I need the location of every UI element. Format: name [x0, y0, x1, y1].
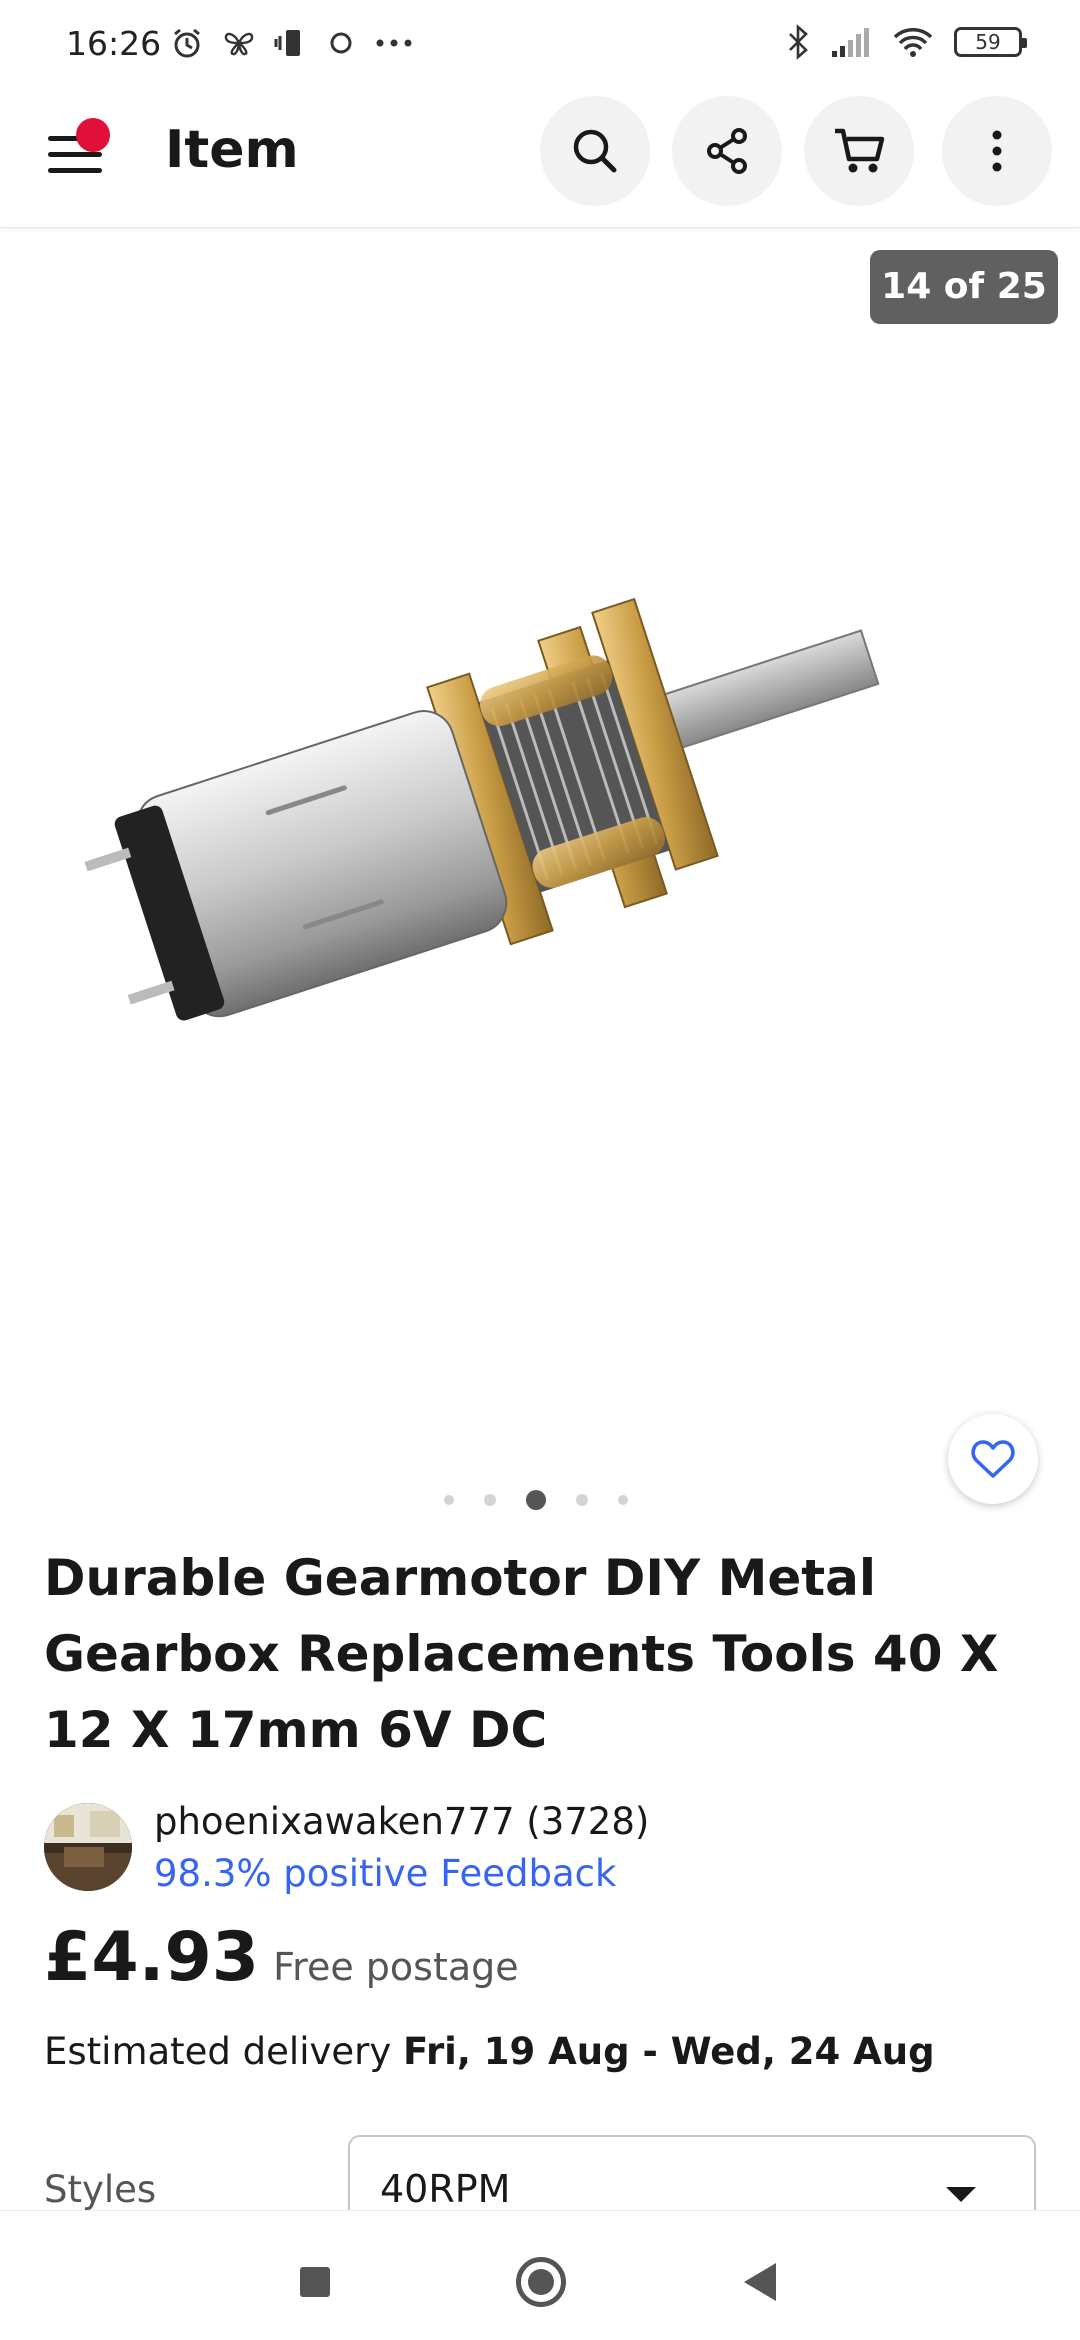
price: £4.93 — [44, 1918, 260, 1997]
status-icons-right: 59 — [786, 24, 1027, 60]
share-button[interactable] — [672, 96, 782, 206]
gallery-pagination — [444, 1490, 628, 1510]
styles-selected-value: 40RPM — [380, 2167, 511, 2211]
pagination-dot[interactable] — [618, 1495, 628, 1505]
app-header: Item — [0, 90, 1080, 228]
signal-icon — [832, 28, 869, 57]
pagination-dot[interactable] — [576, 1494, 588, 1506]
menu-button[interactable] — [44, 118, 114, 190]
image-counter-badge: 14 of 25 — [870, 250, 1058, 324]
circle-icon — [330, 32, 352, 54]
page-title: Item — [165, 120, 299, 180]
more-icon — [376, 39, 412, 47]
seller-avatar[interactable] — [44, 1803, 132, 1891]
home-button[interactable] — [516, 2257, 566, 2307]
product-image[interactable] — [60, 520, 1020, 1160]
seller-name[interactable]: phoenixawaken777 (3728) — [154, 1800, 649, 1843]
vibrate-icon — [274, 30, 300, 56]
product-title: Durable Gearmotor DIY Metal Gearbox Repl… — [44, 1549, 999, 1759]
more-options-button[interactable] — [942, 96, 1052, 206]
more-vertical-icon — [992, 130, 1002, 172]
menu-line — [48, 152, 102, 157]
wifi-icon — [893, 28, 933, 57]
recents-button[interactable] — [300, 2267, 330, 2297]
seller-info[interactable]: phoenixawaken777 (3728) 98.3% positive F… — [44, 1800, 1044, 1895]
delivery-dates: Fri, 19 Aug - Wed, 24 Aug — [403, 2030, 935, 2073]
pagination-dot[interactable] — [484, 1494, 496, 1506]
back-button[interactable] — [744, 2263, 776, 2301]
search-button[interactable] — [540, 96, 650, 206]
notification-dot — [76, 118, 110, 152]
cart-icon — [835, 128, 885, 173]
postage-info: Free postage — [273, 1945, 519, 1989]
estimated-delivery: Estimated delivery Fri, 19 Aug - Wed, 24… — [44, 2030, 935, 2073]
share-icon — [707, 128, 747, 174]
status-time: 16:26 — [66, 24, 162, 63]
status-bar: 16:26 59 — [0, 0, 1080, 90]
menu-line — [48, 168, 102, 173]
styles-label: Styles — [44, 2168, 157, 2211]
battery-icon: 59 — [954, 27, 1027, 57]
price-row: £4.93 Free postage — [44, 1918, 519, 1997]
add-to-watchlist-button[interactable] — [948, 1414, 1038, 1504]
seller-feedback-link[interactable]: 98.3% positive Feedback — [154, 1852, 616, 1895]
cart-button[interactable] — [804, 96, 914, 206]
butterfly-icon — [224, 32, 254, 56]
alarm-icon — [174, 28, 200, 58]
delivery-label: Estimated delivery — [44, 2030, 392, 2073]
bluetooth-icon — [789, 24, 808, 60]
pagination-dot-active[interactable] — [526, 1490, 546, 1510]
system-navigation-bar — [0, 2210, 1080, 2340]
search-icon — [573, 129, 617, 173]
heart-icon — [971, 1440, 1015, 1478]
chevron-down-icon — [946, 2187, 976, 2202]
status-icons-left — [170, 26, 414, 60]
pagination-dot[interactable] — [444, 1495, 454, 1505]
